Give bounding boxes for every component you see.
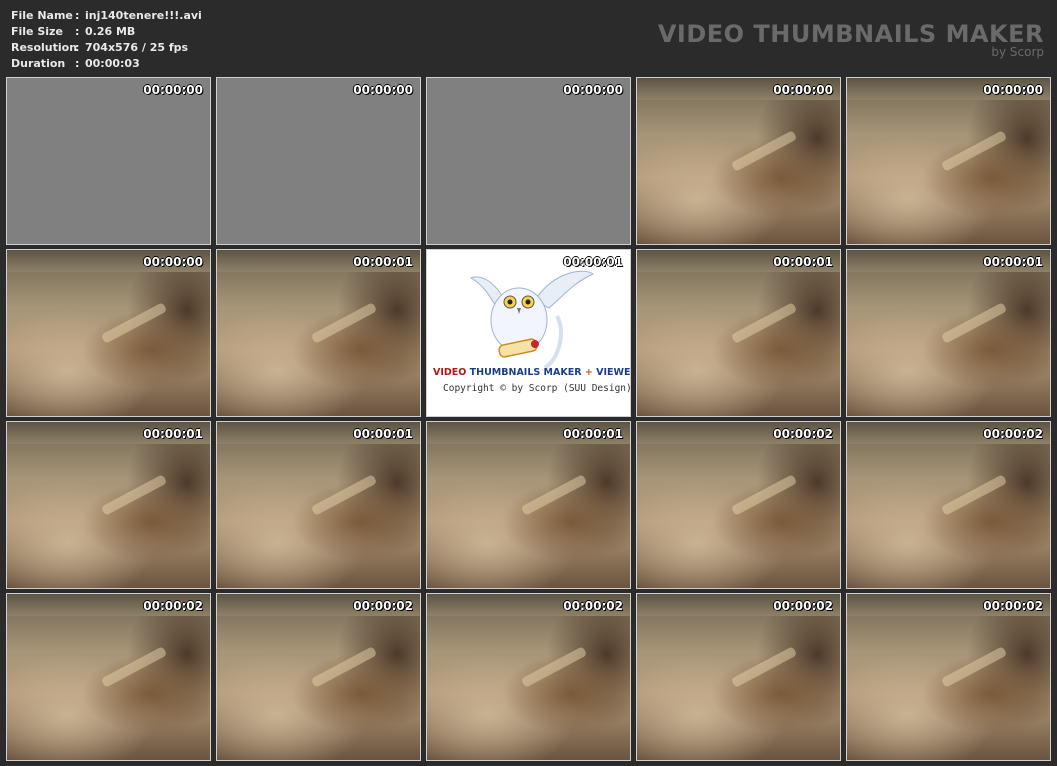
- thumbnail-timestamp: 00:00:02: [983, 599, 1043, 613]
- thumbnail-timestamp: 00:00:01: [563, 427, 623, 441]
- thumbnail-2[interactable]: 00:00:00: [216, 77, 421, 245]
- thumbnail-5[interactable]: 00:00:00: [846, 77, 1051, 245]
- info-colon: :: [75, 41, 80, 54]
- thumbnail-timestamp: 00:00:02: [773, 427, 833, 441]
- thumbnail-timestamp: 00:00:01: [563, 255, 623, 269]
- info-label: Duration: [11, 57, 66, 70]
- info-value: 704x576 / 25 fps: [85, 41, 189, 54]
- logo-copyright: Copyright © by Scorp (SUU Design): [443, 383, 631, 394]
- thumbnail-timestamp: 00:00:02: [563, 599, 623, 613]
- brand-watermark: VIDEO THUMBNAILS MAKER by Scorp: [658, 20, 1044, 58]
- thumbnail-timestamp: 00:00:02: [983, 427, 1043, 441]
- info-label: Resolution: [11, 41, 78, 54]
- logo-plus: +: [584, 367, 593, 378]
- info-row-resolution: Resolution : 704x576 / 25 fps: [11, 40, 202, 56]
- thumbnail-13[interactable]: 00:00:01: [426, 421, 631, 589]
- info-value: 0.26 MB: [85, 25, 136, 38]
- thumbnail-timestamp: 00:00:01: [353, 427, 413, 441]
- info-colon: :: [75, 57, 80, 70]
- thumbnail-timestamp: 00:00:00: [773, 83, 833, 97]
- thumbnail-timestamp: 00:00:00: [353, 83, 413, 97]
- thumbnail-7[interactable]: 00:00:01: [216, 249, 421, 417]
- thumbnail-timestamp: 00:00:01: [773, 255, 833, 269]
- info-value: 00:00:03: [85, 57, 140, 70]
- brand-title: VIDEO THUMBNAILS MAKER: [657, 20, 1044, 48]
- logo-title: VIDEO THUMBNAILS MAKER + VIEWER: [433, 367, 631, 378]
- thumbnail-17[interactable]: 00:00:02: [216, 593, 421, 761]
- thumbnail-timestamp: 00:00:01: [353, 255, 413, 269]
- info-row-file-size: File Size : 0.26 MB: [11, 24, 202, 40]
- owl-logo-icon: [469, 270, 594, 370]
- info-colon: :: [75, 9, 80, 22]
- thumbnail-14[interactable]: 00:00:02: [636, 421, 841, 589]
- thumbnail-timestamp: 00:00:01: [143, 427, 203, 441]
- info-colon: :: [75, 25, 80, 38]
- thumbnail-12[interactable]: 00:00:01: [216, 421, 421, 589]
- thumbnail-timestamp: 00:00:02: [773, 599, 833, 613]
- thumbnail-1[interactable]: 00:00:00: [6, 77, 211, 245]
- thumbnail-11[interactable]: 00:00:01: [6, 421, 211, 589]
- thumbnail-timestamp: 00:00:00: [983, 83, 1043, 97]
- thumbnail-16[interactable]: 00:00:02: [6, 593, 211, 761]
- info-label: File Name: [11, 9, 73, 22]
- info-row-file-name: File Name : inj140tenere!!!.avi: [11, 8, 202, 24]
- thumbnail-8[interactable]: VIDEO THUMBNAILS MAKER + VIEWER Copyrigh…: [426, 249, 631, 417]
- thumbnail-timestamp: 00:00:02: [353, 599, 413, 613]
- thumbnail-19[interactable]: 00:00:02: [636, 593, 841, 761]
- thumbnail-timestamp: 00:00:00: [143, 83, 203, 97]
- thumbnail-4[interactable]: 00:00:00: [636, 77, 841, 245]
- thumbnail-15[interactable]: 00:00:02: [846, 421, 1051, 589]
- thumbnail-timestamp: 00:00:00: [143, 255, 203, 269]
- thumbnail-timestamp: 00:00:01: [983, 255, 1043, 269]
- info-label: File Size: [11, 25, 63, 38]
- info-value: inj140tenere!!!.avi: [85, 9, 202, 22]
- thumbnail-18[interactable]: 00:00:02: [426, 593, 631, 761]
- logo-word-viewer: VIEWER: [596, 367, 631, 378]
- thumbnail-grid: 00:00:00 00:00:00 00:00:00 00:00:00 00:00:00…: [6, 77, 1051, 761]
- thumbnail-10[interactable]: 00:00:01: [846, 249, 1051, 417]
- thumbnail-9[interactable]: 00:00:01: [636, 249, 841, 417]
- thumbnail-20[interactable]: 00:00:02: [846, 593, 1051, 761]
- thumbnail-3[interactable]: 00:00:00: [426, 77, 631, 245]
- file-info: File Name : inj140tenere!!!.avi File Siz…: [11, 8, 202, 72]
- logo-word-thumbnails-maker: THUMBNAILS MAKER: [469, 367, 582, 378]
- thumbnail-timestamp: 00:00:00: [563, 83, 623, 97]
- thumbnail-timestamp: 00:00:02: [143, 599, 203, 613]
- info-row-duration: Duration : 00:00:03: [11, 56, 202, 72]
- thumbnail-6[interactable]: 00:00:00: [6, 249, 211, 417]
- logo-word-video: VIDEO: [433, 367, 467, 378]
